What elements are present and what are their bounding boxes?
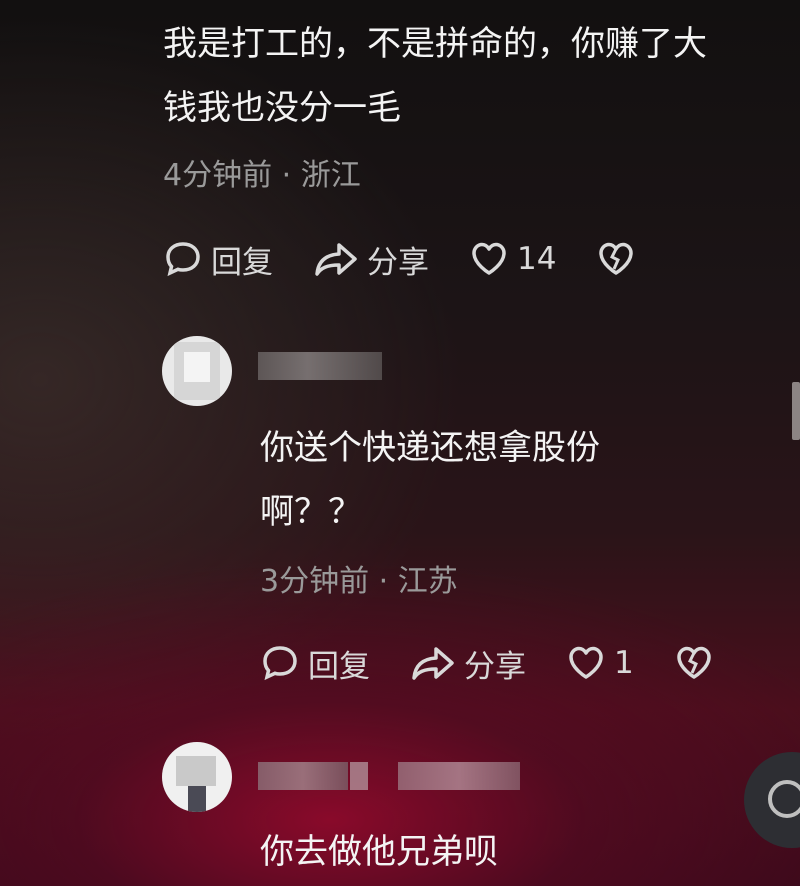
comment-1-text: 我是打工的，不是拼命的，你赚了大 钱我也没分一毛	[163, 12, 707, 140]
username-blurred[interactable]	[258, 762, 348, 790]
comment-1-share-button[interactable]: 分享	[313, 237, 429, 282]
comment-2-dislike-button[interactable]	[674, 643, 722, 683]
share-arrow-icon	[315, 243, 357, 276]
speech-bubble-icon	[263, 646, 297, 681]
comment-3-text-line1: 你去做他兄弟呗	[260, 832, 498, 872]
comment-2-like-button[interactable]: 1	[566, 643, 634, 683]
comment-1-reply-label: 回复	[211, 244, 273, 281]
comment-1-share-label: 分享	[367, 244, 429, 281]
broken-heart-icon	[676, 646, 711, 679]
comment-2-text-line2: 啊？？	[260, 492, 362, 532]
share-arrow-icon	[412, 647, 454, 680]
circle-icon	[768, 780, 800, 818]
comment-2-share-label: 分享	[464, 648, 526, 685]
comment-2-reply-button[interactable]: 回复	[260, 641, 370, 686]
comment-1-meta: 4分钟前 · 浙江	[163, 158, 361, 193]
speech-bubble-icon	[166, 242, 200, 277]
scrollbar[interactable]	[792, 382, 800, 440]
avatar[interactable]	[162, 742, 232, 812]
comment-1-text-line1: 我是打工的，不是拼命的，你赚了大	[163, 24, 707, 64]
username-blurred[interactable]	[258, 352, 382, 380]
comment-2-reply-label: 回复	[308, 648, 370, 685]
comment-2-meta: 3分钟前 · 江苏	[260, 564, 458, 599]
username-blurred-2	[350, 762, 368, 790]
comment-1-text-line2: 钱我也没分一毛	[163, 88, 401, 128]
comment-1-like-button[interactable]: 14	[469, 239, 556, 279]
comment-3-text: 你去做他兄弟呗	[260, 820, 498, 884]
floating-action-button[interactable]	[744, 752, 800, 848]
comment-1-actions: 回复 分享 14	[163, 237, 684, 281]
broken-heart-icon	[599, 242, 634, 275]
comment-2-like-count: 1	[614, 645, 634, 681]
comment-1-dislike-button[interactable]	[596, 239, 644, 279]
heart-icon	[569, 646, 603, 679]
heart-icon	[472, 242, 506, 275]
comment-1-reply-button[interactable]: 回复	[163, 237, 273, 282]
comment-1-like-count: 14	[517, 241, 557, 277]
comment-2-text-line1: 你送个快递还想拿股份	[260, 428, 600, 468]
comment-2-share-button[interactable]: 分享	[410, 641, 526, 686]
comment-2-text: 你送个快递还想拿股份 啊？？	[260, 416, 600, 544]
avatar[interactable]	[162, 336, 232, 406]
comment-2-actions: 回复 分享 1	[260, 641, 762, 685]
username-blurred-3	[398, 762, 520, 790]
